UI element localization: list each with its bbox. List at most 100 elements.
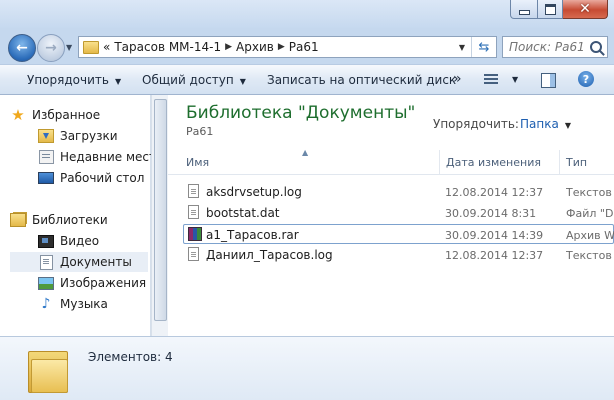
file-date: 12.08.2014 12:37 <box>445 249 544 262</box>
sidebar-item-label: Изображения <box>60 276 147 290</box>
file-name: aksdrvsetup.log <box>206 185 302 199</box>
sidebar-item-label: Загрузки <box>60 129 118 143</box>
forward-button[interactable]: → <box>37 34 65 62</box>
folder-icon <box>83 40 99 54</box>
minimize-button[interactable] <box>510 0 538 19</box>
sidebar-item-recent-places[interactable]: Недавние места <box>38 147 163 167</box>
column-header-name[interactable]: Имя <box>186 156 209 169</box>
view-options-icon[interactable] <box>484 74 498 86</box>
music-library-icon: ♪ <box>41 296 51 312</box>
arrange-by-value: Папка <box>520 117 559 131</box>
minimize-icon <box>518 9 530 15</box>
star-icon: ★ <box>11 106 25 124</box>
text-file-icon <box>188 184 199 198</box>
sidebar-item-label: Документы <box>60 255 132 269</box>
sidebar-item-label: Видео <box>60 234 100 248</box>
column-header-row: ▲ Имя Дата изменения Тип <box>168 148 614 175</box>
forward-arrow-icon: → <box>45 40 57 56</box>
desktop-icon <box>38 171 54 185</box>
sort-ascending-icon: ▲ <box>302 148 309 157</box>
file-date: 12.08.2014 12:37 <box>445 186 544 199</box>
sidebar-item-downloads[interactable]: Загрузки <box>38 126 148 146</box>
breadcrumb-separator-icon[interactable]: ▶ <box>278 42 285 52</box>
navigation-pane-scrollbar[interactable] <box>151 95 168 336</box>
search-icon[interactable] <box>590 41 602 53</box>
refresh-button[interactable]: ⇆ <box>471 37 496 57</box>
items-count: Элементов: 4 <box>88 350 173 364</box>
downloads-folder-icon <box>38 129 54 143</box>
back-arrow-icon: ← <box>16 40 28 56</box>
address-bar[interactable]: « Тарасов ММ-14-1 ▶ Архив ▶ Ра61 ▼ ⇆ <box>78 36 497 58</box>
breadcrumb-overflow[interactable]: « <box>103 40 110 54</box>
file-row[interactable]: aksdrvsetup.log 12.08.2014 12:37 Текстов <box>184 182 614 202</box>
sidebar-item-music[interactable]: ♪ Музыка <box>38 294 148 314</box>
refresh-icon: ⇆ <box>478 39 490 55</box>
file-name: a1_Тарасов.rar <box>206 228 299 242</box>
caption-buttons: ✕ <box>510 0 608 19</box>
file-type: Файл "D <box>566 207 614 220</box>
column-divider[interactable] <box>559 150 560 174</box>
address-history-dropdown[interactable]: ▼ <box>454 37 470 57</box>
explorer-window: ✕ ← → ▼ « Тарасов ММ-14-1 ▶ Архив ▶ Ра61… <box>0 0 614 400</box>
back-button[interactable]: ← <box>8 34 36 62</box>
search-box[interactable] <box>502 36 608 58</box>
recent-pages-dropdown[interactable]: ▼ <box>66 43 72 52</box>
chevron-down-icon: ▼ <box>564 121 571 130</box>
arrange-by-dropdown[interactable]: Папка ▼ <box>520 117 571 131</box>
sidebar-item-label: Избранное <box>32 108 101 122</box>
close-icon: ✕ <box>579 1 591 17</box>
details-pane: Элементов: 4 <box>0 336 614 400</box>
chevron-down-icon: ▼ <box>114 77 122 86</box>
close-button[interactable]: ✕ <box>563 0 608 19</box>
folder-icon <box>28 347 68 393</box>
sidebar-item-label: Музыка <box>60 297 108 311</box>
help-icon[interactable]: ? <box>578 71 594 87</box>
sidebar-item-libraries[interactable]: Библиотеки <box>10 210 148 230</box>
sidebar-item-documents[interactable]: Документы <box>10 252 148 272</box>
share-button[interactable]: Общий доступ ▼ <box>142 73 246 87</box>
file-row-focused[interactable]: a1_Тарасов.rar 30.09.2014 14:39 Архив W <box>183 224 614 244</box>
sidebar-item-video[interactable]: Видео <box>38 231 148 251</box>
video-library-icon <box>38 234 54 248</box>
organize-label: Упорядочить <box>27 73 109 87</box>
breadcrumb-archive[interactable]: Архив <box>236 40 274 54</box>
file-type: Текстов <box>566 186 612 199</box>
libraries-icon <box>10 213 26 227</box>
file-name: bootstat.dat <box>206 206 280 220</box>
arrange-by-label: Упорядочить: <box>433 117 519 131</box>
file-date: 30.09.2014 8:31 <box>445 207 537 220</box>
share-label: Общий доступ <box>142 73 234 87</box>
preview-pane-icon[interactable] <box>541 73 556 88</box>
sidebar-item-label: Библиотеки <box>32 213 108 227</box>
maximize-icon <box>544 3 556 15</box>
burn-button[interactable]: Записать на оптический диск <box>267 73 456 87</box>
maximize-button[interactable] <box>538 0 563 19</box>
scrollbar-thumb[interactable] <box>154 99 167 321</box>
file-row[interactable]: Даниил_Тарасов.log 12.08.2014 12:37 Текс… <box>184 245 614 265</box>
column-divider[interactable] <box>439 150 440 174</box>
search-input[interactable] <box>509 38 591 56</box>
sidebar-item-label: Рабочий стол <box>60 171 145 185</box>
rar-archive-icon <box>188 227 202 241</box>
column-header-type[interactable]: Тип <box>566 156 587 169</box>
breadcrumb-separator-icon[interactable]: ▶ <box>225 42 232 52</box>
column-header-date[interactable]: Дата изменения <box>446 156 541 169</box>
navigation-bar: ← → ▼ « Тарасов ММ-14-1 ▶ Архив ▶ Ра61 ▼… <box>0 28 614 64</box>
file-date: 30.09.2014 14:39 <box>445 229 544 242</box>
more-commands-button[interactable]: » <box>453 71 462 87</box>
organize-button[interactable]: Упорядочить ▼ <box>27 73 121 87</box>
recent-places-icon <box>38 150 54 164</box>
sidebar-item-images[interactable]: Изображения <box>38 273 148 293</box>
file-name: Даниил_Тарасов.log <box>206 248 333 262</box>
file-row[interactable]: bootstat.dat 30.09.2014 8:31 Файл "D <box>184 203 614 223</box>
view-options-dropdown[interactable]: ▼ <box>512 75 518 84</box>
library-subtitle: Ра61 <box>186 125 214 138</box>
chevron-down-icon: ▼ <box>239 77 246 86</box>
sidebar-item-favorites[interactable]: ★ Избранное <box>10 105 148 125</box>
breadcrumb-tarasov[interactable]: Тарасов ММ-14-1 <box>114 40 221 54</box>
text-file-icon <box>188 247 199 261</box>
breadcrumb-ra61[interactable]: Ра61 <box>289 40 319 54</box>
sidebar-item-desktop[interactable]: Рабочий стол <box>38 168 148 188</box>
file-type: Архив W <box>566 229 614 242</box>
burn-label: Записать на оптический диск <box>267 73 457 87</box>
